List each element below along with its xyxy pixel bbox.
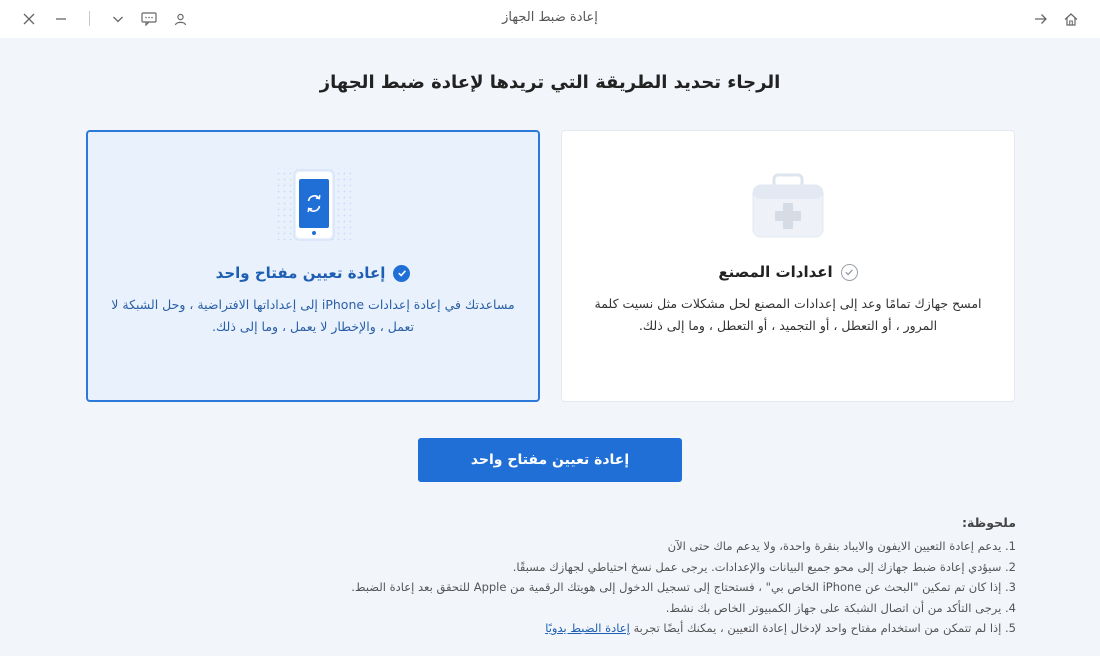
notes-section: ملحوظة: 1. يدعم إعادة التعيين الايفون وا…	[256, 515, 1016, 639]
first-aid-kit-icon	[743, 171, 833, 243]
home-icon[interactable]	[1061, 9, 1081, 29]
manual-reset-link[interactable]: إعادة الضبط يدويًا	[545, 621, 630, 635]
option-description: امسح جهازك تمامًا وعد إلى إعدادات المصنع…	[594, 296, 982, 333]
note-item: 2. سيؤدي إعادة ضبط جهازك إلى محو جميع ال…	[512, 559, 1016, 574]
title-bar: إعادة ضبط الجهاز	[0, 0, 1100, 38]
notes-title: ملحوظة:	[961, 515, 1016, 530]
one-click-reset-button[interactable]: إعادة تعيين مفتاح واحد	[418, 438, 682, 482]
option-title-row: إعادة تعيين مفتاح واحد	[88, 264, 538, 282]
note-item: 3. إذا كان تم تمكين "البحث عن iPhone الخ…	[351, 580, 1016, 594]
option-title-row: اعدادات المصنع	[562, 263, 1014, 281]
option-card-one-click-reset[interactable]: إعادة تعيين مفتاح واحد مساعدتك في إعادة …	[86, 130, 540, 402]
note-item: 4. يرجى التأكد من أن اتصال الشبكة على جه…	[665, 600, 1016, 615]
option-title: إعادة تعيين مفتاح واحد	[215, 264, 386, 282]
checkmark-unselected-icon	[840, 263, 858, 281]
note-item-text: 5. إذا لم تتمكن من استخدام مفتاح واحد لإ…	[633, 621, 1016, 635]
option-description: مساعدتك في إعادة إعدادات iPhone إلى إعدا…	[111, 297, 515, 334]
note-item-with-link: 5. إذا لم تتمكن من استخدام مفتاح واحد لإ…	[256, 618, 1016, 639]
window-title: إعادة ضبط الجهاز	[502, 10, 598, 25]
checkmark-selected-icon	[393, 264, 411, 282]
option-card-factory-reset[interactable]: اعدادات المصنع امسح جهازك تمامًا وعد إلى…	[561, 130, 1015, 402]
note-item: 1. يدعم إعادة التعيين الايفون والايباد ب…	[667, 539, 1016, 553]
back-arrow-icon[interactable]	[1030, 9, 1050, 29]
option-title: اعدادات المصنع	[718, 263, 833, 281]
phone-reset-icon	[253, 160, 373, 250]
page-heading: الرجاء تحديد الطريقة التي تريدها لإعادة …	[319, 72, 781, 93]
